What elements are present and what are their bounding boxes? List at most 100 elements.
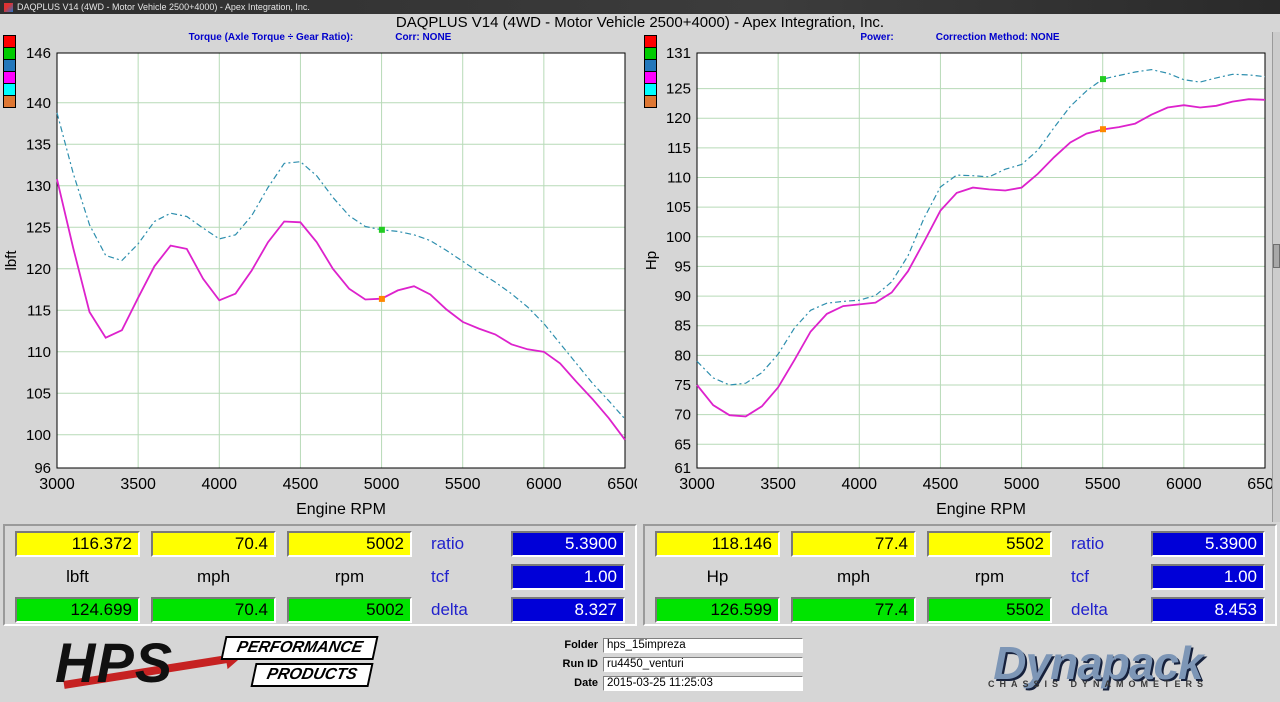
speed-live-value: 77.4 bbox=[791, 531, 916, 557]
delta-label: delta bbox=[1063, 600, 1140, 620]
torque-corr-label: Corr: NONE bbox=[395, 32, 451, 47]
svg-text:135: 135 bbox=[26, 136, 51, 153]
torque-unit-label: lbft bbox=[15, 567, 140, 587]
date-label: Date bbox=[550, 677, 598, 689]
svg-text:lbft: lbft bbox=[3, 250, 20, 271]
power-live-value: 118.146 bbox=[655, 531, 780, 557]
torque-chart-header: Torque (Axle Torque ÷ Gear Ratio): Corr:… bbox=[3, 32, 637, 47]
folder-label: Folder bbox=[550, 639, 598, 651]
run-id-field[interactable]: ru4450_venturi bbox=[603, 657, 803, 672]
power-legend bbox=[644, 36, 657, 108]
power-chart-title: Power: bbox=[860, 32, 893, 47]
rpm-live-value: 5002 bbox=[287, 531, 412, 557]
page-title: DAQPLUS V14 (4WD - Motor Vehicle 2500+40… bbox=[0, 14, 1280, 32]
svg-text:4000: 4000 bbox=[201, 476, 237, 493]
titlebar-title: DAQPLUS V14 (4WD - Motor Vehicle 2500+40… bbox=[17, 2, 310, 12]
svg-text:5000: 5000 bbox=[1004, 476, 1040, 493]
app-window: DAQPLUS V14 (4WD - Motor Vehicle 2500+40… bbox=[0, 0, 1280, 702]
folder-field[interactable]: hps_15impreza bbox=[603, 638, 803, 653]
speed-peak-value: 77.4 bbox=[791, 597, 916, 623]
dynapack-logo: Dynapack CHASSIS DYNAMOMETERS bbox=[988, 639, 1208, 689]
svg-text:125: 125 bbox=[666, 81, 691, 98]
svg-text:146: 146 bbox=[26, 47, 51, 62]
svg-text:100: 100 bbox=[666, 229, 691, 246]
svg-text:Hp: Hp bbox=[643, 251, 660, 270]
readout-panels: 116.372 70.4 5002 ratio 5.3900 lbft mph … bbox=[0, 524, 1280, 626]
tcf-label: tcf bbox=[1063, 567, 1140, 587]
rpm-peak-value: 5002 bbox=[287, 597, 412, 623]
ratio-value: 5.3900 bbox=[1151, 531, 1265, 557]
speed-live-value: 70.4 bbox=[151, 531, 276, 557]
legend-swatch bbox=[3, 95, 16, 108]
legend-swatch bbox=[644, 95, 657, 108]
power-peak-value: 126.599 bbox=[655, 597, 780, 623]
power-chart-plot[interactable]: 3000350040004500500055006000650061657075… bbox=[643, 47, 1277, 524]
svg-text:105: 105 bbox=[26, 385, 51, 402]
run-info-form: Folder hps_15impreza Run ID ru4450_ventu… bbox=[550, 638, 803, 691]
speed-unit-label: mph bbox=[151, 567, 276, 587]
torque-live-value: 116.372 bbox=[15, 531, 140, 557]
speed-unit-label: mph bbox=[791, 567, 916, 587]
svg-text:61: 61 bbox=[674, 460, 691, 477]
svg-text:115: 115 bbox=[27, 302, 51, 319]
delta-value: 8.453 bbox=[1151, 597, 1265, 623]
hps-products-label: PRODUCTS bbox=[250, 663, 373, 687]
tcf-label: tcf bbox=[423, 567, 500, 587]
rpm-peak-value: 5502 bbox=[927, 597, 1052, 623]
svg-text:5500: 5500 bbox=[445, 476, 481, 493]
torque-chart-title: Torque (Axle Torque ÷ Gear Ratio): bbox=[189, 32, 354, 47]
torque-peak-value: 124.699 bbox=[15, 597, 140, 623]
power-corr-label: Correction Method: NONE bbox=[936, 32, 1060, 47]
torque-readout-panel: 116.372 70.4 5002 ratio 5.3900 lbft mph … bbox=[3, 524, 637, 626]
svg-text:65: 65 bbox=[674, 436, 691, 453]
svg-text:6000: 6000 bbox=[526, 476, 562, 493]
power-chart-header: Power: Correction Method: NONE bbox=[643, 32, 1277, 47]
svg-text:140: 140 bbox=[26, 95, 51, 112]
svg-text:70: 70 bbox=[674, 407, 691, 424]
svg-text:6500: 6500 bbox=[607, 476, 637, 493]
titlebar[interactable]: DAQPLUS V14 (4WD - Motor Vehicle 2500+40… bbox=[0, 0, 1280, 14]
hps-logo-text: HPS bbox=[55, 631, 173, 694]
delta-label: delta bbox=[423, 600, 500, 620]
rpm-unit-label: rpm bbox=[287, 567, 412, 587]
svg-text:4500: 4500 bbox=[923, 476, 959, 493]
svg-text:90: 90 bbox=[674, 288, 691, 305]
torque-chart-section: Torque (Axle Torque ÷ Gear Ratio): Corr:… bbox=[3, 32, 637, 524]
torque-legend bbox=[3, 36, 16, 108]
svg-text:5500: 5500 bbox=[1085, 476, 1121, 493]
power-unit-label: Hp bbox=[655, 567, 780, 587]
ratio-label: ratio bbox=[1063, 534, 1140, 554]
speed-peak-value: 70.4 bbox=[151, 597, 276, 623]
svg-text:96: 96 bbox=[34, 460, 51, 477]
svg-text:125: 125 bbox=[26, 219, 51, 236]
svg-text:115: 115 bbox=[667, 140, 691, 157]
rpm-unit-label: rpm bbox=[927, 567, 1052, 587]
tcf-value: 1.00 bbox=[511, 564, 625, 590]
svg-text:85: 85 bbox=[674, 318, 691, 335]
tcf-value: 1.00 bbox=[1151, 564, 1265, 590]
svg-text:3500: 3500 bbox=[760, 476, 796, 493]
right-scrollbar-thumb[interactable] bbox=[1273, 244, 1280, 268]
svg-text:4000: 4000 bbox=[841, 476, 877, 493]
svg-text:6000: 6000 bbox=[1166, 476, 1202, 493]
date-field[interactable]: 2015-03-25 11:25:03 bbox=[603, 676, 803, 691]
svg-text:95: 95 bbox=[674, 258, 691, 275]
rpm-live-value: 5502 bbox=[927, 531, 1052, 557]
svg-text:120: 120 bbox=[666, 110, 691, 127]
power-chart-section: Power: Correction Method: NONE 300035004… bbox=[643, 32, 1277, 524]
app-icon bbox=[4, 3, 13, 12]
svg-text:4500: 4500 bbox=[283, 476, 319, 493]
svg-text:100: 100 bbox=[26, 427, 51, 444]
svg-text:3000: 3000 bbox=[39, 476, 75, 493]
svg-text:131: 131 bbox=[666, 47, 691, 62]
hps-logo: HPS PERFORMANCE PRODUCTS bbox=[55, 632, 425, 696]
svg-text:110: 110 bbox=[27, 344, 51, 361]
footer: HPS PERFORMANCE PRODUCTS Folder hps_15im… bbox=[0, 626, 1280, 702]
power-readout-panel: 118.146 77.4 5502 ratio 5.3900 Hp mph rp… bbox=[643, 524, 1277, 626]
right-scrollbar[interactable] bbox=[1272, 32, 1280, 522]
ratio-label: ratio bbox=[423, 534, 500, 554]
delta-value: 8.327 bbox=[511, 597, 625, 623]
torque-chart-plot[interactable]: 3000350040004500500055006000650096100105… bbox=[3, 47, 637, 524]
svg-text:75: 75 bbox=[674, 377, 691, 394]
svg-text:Engine RPM: Engine RPM bbox=[936, 501, 1026, 518]
